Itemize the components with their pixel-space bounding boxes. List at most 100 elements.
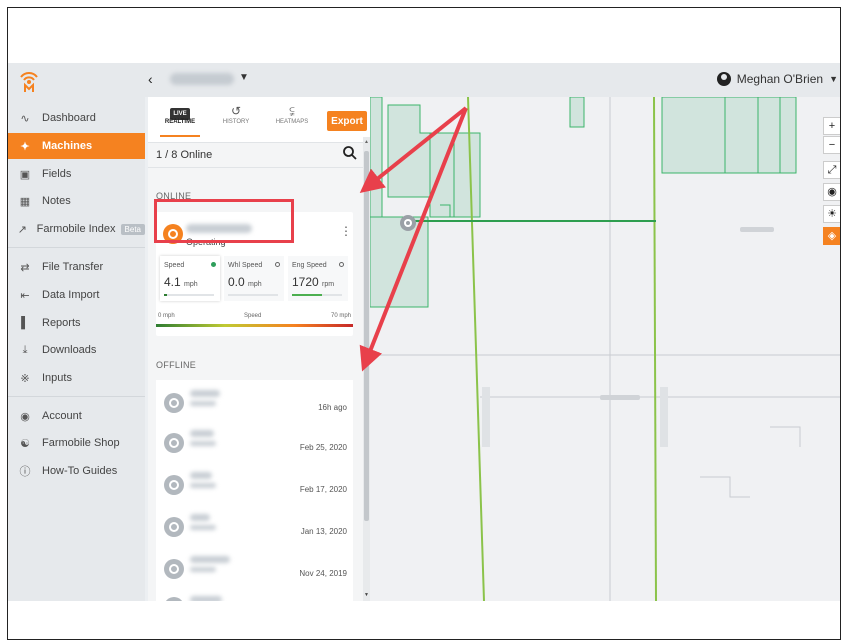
status-dot bbox=[275, 262, 280, 267]
divider bbox=[148, 167, 363, 168]
zoom-out-button[interactable]: − bbox=[823, 136, 840, 154]
tab-label: REALTIME bbox=[164, 119, 196, 125]
scroll-thumb[interactable] bbox=[364, 151, 369, 521]
sidebar-item-label: Reports bbox=[42, 317, 81, 329]
scale-min: 0 mph bbox=[158, 313, 175, 319]
panel-scrollbar[interactable]: ▲ ▼ bbox=[363, 137, 370, 601]
map-view[interactable]: + − ⤢ ◉ ☀ ◈ bbox=[370, 97, 841, 601]
sidebar-item-label: How-To Guides bbox=[42, 465, 118, 477]
level-fill bbox=[164, 294, 167, 296]
sidebar-item-label: Dashboard bbox=[42, 112, 96, 124]
zoom-in-button[interactable]: + bbox=[823, 117, 840, 135]
online-count: 1 / 8 Online bbox=[156, 149, 213, 161]
level-bar bbox=[164, 294, 214, 296]
sidebar-divider bbox=[8, 396, 145, 397]
search-icon[interactable] bbox=[342, 145, 358, 161]
list-item[interactable]: 16h ago bbox=[156, 382, 353, 424]
sidebar-item-label: Machines bbox=[42, 140, 93, 152]
list-item[interactable] bbox=[156, 588, 353, 601]
fullscreen-icon[interactable]: ⤢ bbox=[823, 161, 840, 179]
user-menu[interactable]: Meghan O'Brien ▼ bbox=[716, 72, 838, 86]
reports-icon: ▌ bbox=[21, 317, 29, 329]
scroll-down-arrow-icon[interactable]: ▼ bbox=[364, 592, 369, 598]
machine-name bbox=[190, 390, 220, 397]
metric-speed[interactable]: Speed 4.1 mph bbox=[160, 256, 220, 301]
farm-name bbox=[190, 525, 216, 530]
farm-name bbox=[190, 401, 216, 406]
sidebar-item-fields[interactable]: ▣ Fields bbox=[8, 161, 145, 187]
screenshot-frame: ‹ ▼ Meghan O'Brien ▼ ∿ Dashboard ✦ Machi… bbox=[7, 7, 841, 640]
scroll-up-arrow-icon[interactable]: ▲ bbox=[364, 139, 369, 145]
level-bar bbox=[228, 294, 278, 296]
status-dot bbox=[211, 262, 216, 267]
weather-icon[interactable]: ☀ bbox=[823, 205, 840, 223]
sidebar-item-label: Data Import bbox=[42, 289, 100, 301]
road-label bbox=[482, 387, 490, 447]
sidebar-item-how-to-guides[interactable]: ⓘ How-To Guides bbox=[8, 458, 145, 484]
active-machine-card[interactable]: Operating ⋮ Speed 4.1 mph Whl Speed 0.0 … bbox=[156, 212, 353, 336]
metric-label: Eng Speed bbox=[292, 262, 327, 269]
sidebar-item-label: Downloads bbox=[42, 344, 97, 356]
data-import-icon: ⇤ bbox=[20, 289, 30, 302]
metric-label: Speed bbox=[164, 262, 185, 269]
scale-max: 70 mph bbox=[330, 313, 351, 319]
tab-heatmaps[interactable]: ⫋ HEATMAPS bbox=[266, 103, 318, 125]
list-item[interactable]: Jan 13, 2020 bbox=[156, 506, 353, 548]
sidebar-item-account[interactable]: ◉ Account bbox=[8, 403, 145, 429]
level-bar bbox=[292, 294, 342, 296]
farm-name bbox=[190, 483, 216, 488]
more-menu-icon[interactable]: ⋮ bbox=[340, 224, 352, 238]
unit-text: mph bbox=[248, 281, 262, 288]
sidebar-item-farmobile-shop[interactable]: ☯ Farmobile Shop bbox=[8, 430, 145, 456]
list-item[interactable]: Nov 24, 2019 bbox=[156, 548, 353, 590]
sidebar-item-reports[interactable]: ▌ Reports bbox=[8, 310, 145, 336]
tab-realtime[interactable]: LIVE REALTIME bbox=[154, 103, 206, 137]
export-button[interactable]: Export bbox=[327, 111, 367, 131]
unit-text: rpm bbox=[322, 281, 335, 288]
map-canvas[interactable] bbox=[370, 97, 841, 601]
account-icon: ◉ bbox=[20, 410, 30, 423]
sidebar-item-farmobile-index[interactable]: ↗ Farmobile Index Beta bbox=[8, 216, 145, 242]
heatmaps-icon: ⫋ bbox=[289, 104, 295, 118]
metric-wheel-speed[interactable]: Whl Speed 0.0 mph bbox=[224, 256, 284, 301]
sidebar-item-dashboard[interactable]: ∿ Dashboard bbox=[8, 105, 145, 131]
fields-icon: ▣ bbox=[19, 168, 31, 181]
field-polygons bbox=[370, 97, 797, 308]
sidebar-item-data-import[interactable]: ⇤ Data Import bbox=[8, 282, 145, 308]
value-text: 0.0 bbox=[228, 275, 245, 289]
notes-icon: ▦ bbox=[19, 195, 31, 208]
back-chevron-icon[interactable]: ‹ bbox=[148, 71, 153, 87]
farm-selector[interactable] bbox=[170, 73, 234, 85]
layers-icon[interactable]: ◈ bbox=[823, 227, 840, 245]
sidebar: ∿ Dashboard ✦ Machines ▣ Fields ▦ Notes … bbox=[8, 97, 145, 601]
tab-history[interactable]: ↺ HISTORY bbox=[210, 103, 262, 125]
sidebar-item-machines[interactable]: ✦ Machines bbox=[8, 133, 145, 159]
machine-status-icon bbox=[164, 433, 184, 453]
user-avatar-icon bbox=[716, 72, 731, 86]
machine-status-icon bbox=[164, 597, 184, 601]
farmobile-logo-icon[interactable] bbox=[18, 69, 40, 93]
help-icon: ⓘ bbox=[19, 466, 31, 478]
machine-status-icon bbox=[163, 224, 183, 244]
index-icon: ↗ bbox=[17, 223, 27, 236]
globe-icon[interactable]: ◉ bbox=[823, 183, 840, 201]
machine-pin-icon[interactable] bbox=[400, 215, 416, 231]
sidebar-item-downloads[interactable]: ⤓ Downloads bbox=[8, 337, 145, 363]
beta-badge: Beta bbox=[120, 223, 145, 235]
list-item[interactable]: Feb 17, 2020 bbox=[156, 464, 353, 506]
tab-label: HEATMAPS bbox=[275, 119, 309, 125]
machines-panel: LIVE REALTIME ↺ HISTORY ⫋ HEATMAPS Expor… bbox=[148, 97, 370, 601]
sidebar-item-inputs[interactable]: ※ Inputs bbox=[8, 365, 145, 391]
road-label bbox=[600, 395, 640, 400]
caret-down-icon[interactable]: ▼ bbox=[239, 72, 249, 83]
history-icon: ↺ bbox=[230, 104, 242, 118]
machine-status-icon bbox=[164, 475, 184, 495]
list-item[interactable]: Feb 25, 2020 bbox=[156, 422, 353, 464]
offline-section-header: OFFLINE bbox=[156, 360, 197, 370]
road-label bbox=[740, 227, 774, 232]
sidebar-item-file-transfer[interactable]: ⇄ File Transfer bbox=[8, 254, 145, 280]
sidebar-item-notes[interactable]: ▦ Notes bbox=[8, 188, 145, 214]
tab-label: HISTORY bbox=[222, 119, 250, 125]
sidebar-item-label: Fields bbox=[42, 168, 72, 180]
metric-engine-speed[interactable]: Eng Speed 1720 rpm bbox=[288, 256, 348, 301]
